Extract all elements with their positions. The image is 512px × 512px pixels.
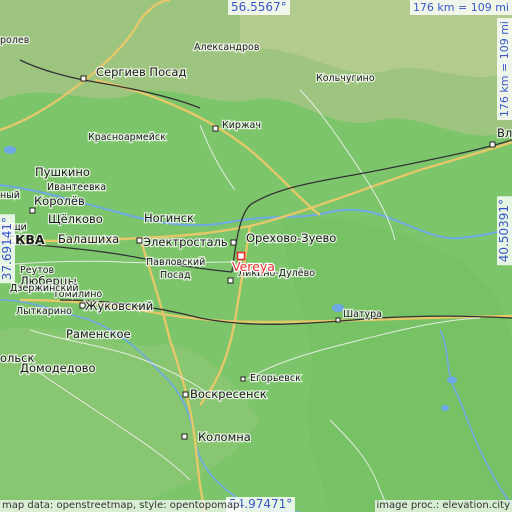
lake-northwest <box>4 146 16 154</box>
lake-east-1 <box>447 376 457 384</box>
city-label-dzerzhinsky: Дзержинский <box>10 283 79 294</box>
city-label-shchelkovo: Щёлково <box>48 212 103 226</box>
topographic-map[interactable]: Сергиев Посад Александров Кольчугино рол… <box>0 0 512 512</box>
lake-east-2 <box>441 405 449 411</box>
city-label-pavlovsky-posad-2: Посад <box>160 270 191 281</box>
city-label-pavlovsky-posad-1: Павловский <box>146 257 205 268</box>
city-label-ivanteevka: Ивантеевка <box>47 182 106 193</box>
city-label-krasnoarmeysk: Красноармейск <box>88 132 166 143</box>
city-label-aleksandrov: Александров <box>194 42 260 53</box>
city-label-korolev-partial: ролев <box>0 35 30 46</box>
city-label-ny-partial: ный <box>0 190 20 201</box>
city-label-kolchugino: Кольчугино <box>316 73 375 84</box>
city-label-zhukovsky: Жуковский <box>85 299 153 313</box>
city-label-egoryevsk: Егорьевск <box>250 373 301 384</box>
city-label-vladimir-partial: Вл <box>497 126 512 140</box>
city-label-ramenskoe: Раменское <box>66 327 131 341</box>
right-longitude-label: 40.50391° <box>497 196 512 266</box>
city-label-lytkarino: Лыткарино <box>16 306 72 317</box>
city-label-kirzhach: Киржач <box>222 120 261 131</box>
left-longitude-label: 37.69141° <box>0 214 15 284</box>
city-label-balashikha: Балашиха <box>58 232 119 246</box>
city-label-domodedovo: Домодедово <box>20 361 96 375</box>
marker-label: Vereya <box>232 259 275 274</box>
city-label-sergiev-posad: Сергиев Посад <box>96 65 186 79</box>
city-label-voskresensk: Воскресенск <box>190 387 267 401</box>
scale-horizontal: 176 km = 109 mi <box>409 0 512 15</box>
city-label-orekhovo-zuevo: Орехово-Зуево <box>246 231 336 245</box>
city-label-pushkino: Пушкино <box>35 165 90 179</box>
image-credit: image proc.: elevation.city <box>374 500 512 512</box>
top-latitude-label: 56.5567° <box>228 0 290 15</box>
map-credit: map data: openstreetmap, style: opentopo… <box>0 500 242 512</box>
city-label-shatura: Шатура <box>343 309 382 320</box>
city-label-elektrostal: Электросталь <box>143 235 228 249</box>
city-label-noginsk: Ногинск <box>144 211 194 225</box>
city-label-korolev: Королёв <box>34 194 85 208</box>
scale-vertical: 176 km = 109 mi <box>497 18 512 121</box>
city-label-kolomna: Коломна <box>198 430 251 444</box>
